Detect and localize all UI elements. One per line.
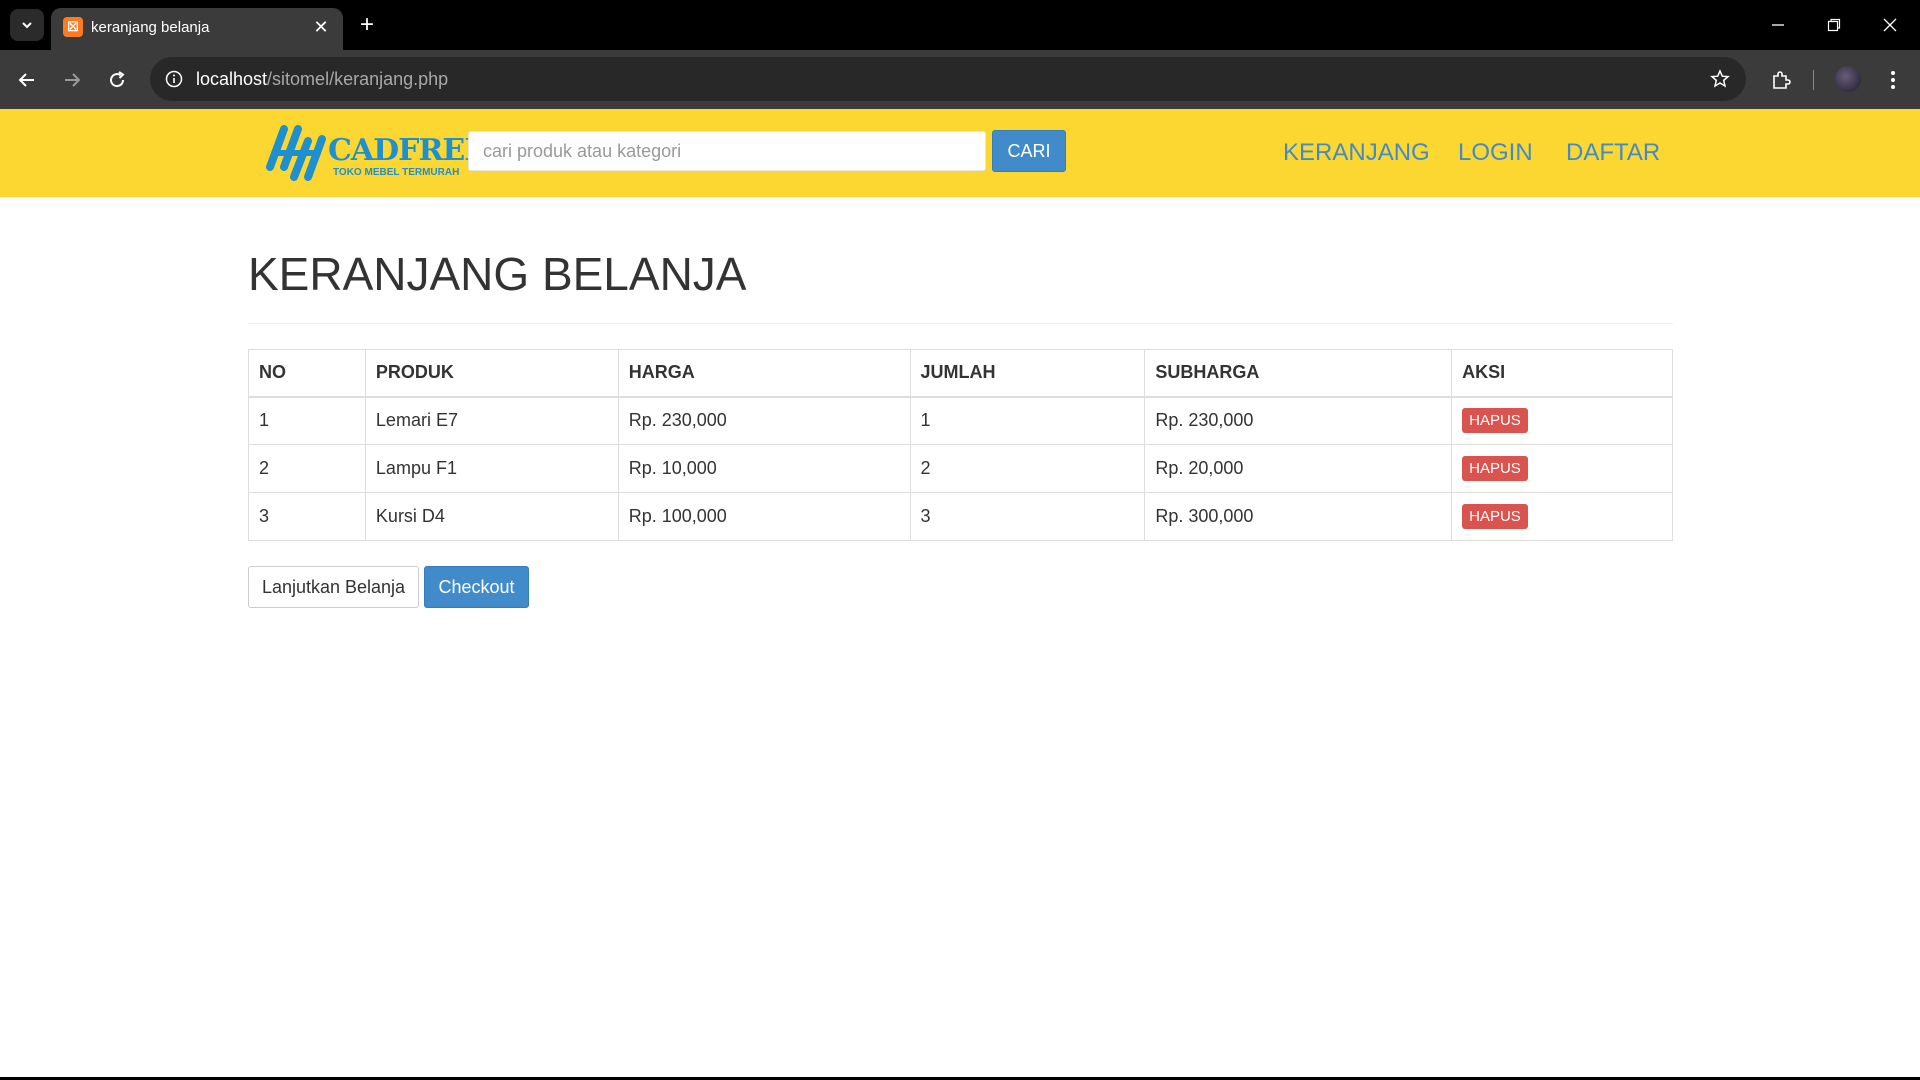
cell-harga: Rp. 230,000 [617, 396, 911, 445]
cell-aksi: HAPUS [1451, 492, 1673, 541]
address-bar[interactable]: localhost/sitomel/keranjang.php [150, 57, 1746, 101]
title-divider [248, 323, 1673, 324]
cell-aksi: HAPUS [1451, 396, 1673, 445]
new-tab-button[interactable]: + [352, 10, 382, 40]
minimize-icon[interactable] [1750, 0, 1806, 50]
nav-link-login[interactable]: LOGIN [1458, 139, 1533, 167]
star-icon[interactable] [1708, 67, 1732, 91]
forward-icon[interactable] [54, 62, 90, 98]
cell-no: 3 [248, 492, 366, 541]
cell-produk: Lemari E7 [364, 396, 619, 445]
restore-icon[interactable] [1806, 0, 1862, 50]
cell-no: 2 [248, 444, 366, 493]
cell-jumlah: 2 [909, 444, 1146, 493]
cell-aksi: HAPUS [1451, 444, 1673, 493]
browser-tab[interactable]: ☒ keranjang belanja ✕ [51, 8, 343, 50]
browser-toolbar: localhost/sitomel/keranjang.php [0, 50, 1920, 109]
info-icon[interactable] [162, 67, 186, 91]
column-header-jumlah: JUMLAH [909, 349, 1146, 398]
column-header-harga: HARGA [617, 349, 911, 398]
cell-produk: Lampu F1 [364, 444, 619, 493]
checkout-button[interactable]: Checkout [424, 566, 529, 608]
cell-produk: Kursi D4 [364, 492, 619, 541]
logo-mark-icon [266, 125, 326, 181]
column-header-no: NO [248, 349, 366, 398]
cell-no: 1 [248, 396, 366, 445]
cell-subharga: Rp. 20,000 [1144, 444, 1453, 493]
column-header-aksi: AKSI [1451, 349, 1673, 398]
hapus-button[interactable]: HAPUS [1462, 504, 1528, 529]
tab-title: keranjang belanja [91, 19, 210, 36]
nav-link-daftar[interactable]: DAFTAR [1566, 139, 1660, 167]
cell-harga: Rp. 100,000 [617, 492, 911, 541]
cell-jumlah: 1 [909, 396, 1146, 445]
logo-tagline: TOKO MEBEL TERMURAH [333, 167, 460, 178]
search-input[interactable] [468, 131, 986, 171]
cart-table: NO PRODUK HARGA JUMLAH SUBHARGA AKSI 1 L… [248, 349, 1673, 541]
url-path: /sitomel/keranjang.php [267, 69, 449, 89]
tab-search-button[interactable] [10, 9, 44, 41]
browser-tab-bar: ☒ keranjang belanja ✕ + [0, 0, 1920, 50]
menu-dots-icon[interactable] [1875, 62, 1911, 98]
logo-name: CADFREE [328, 133, 487, 168]
window-close-icon[interactable] [1862, 0, 1918, 50]
hapus-button[interactable]: HAPUS [1462, 456, 1528, 481]
reload-icon[interactable] [99, 62, 135, 98]
xampp-icon: ☒ [63, 17, 83, 37]
site-header: CADFREE TOKO MEBEL TERMURAH CARI KERANJA… [0, 109, 1920, 197]
page-title: KERANJANG BELANJA [248, 248, 747, 300]
toolbar-divider [1813, 70, 1814, 90]
back-icon[interactable] [9, 62, 45, 98]
cell-subharga: Rp. 300,000 [1144, 492, 1453, 541]
table-row: 1 Lemari E7 Rp. 230,000 1 Rp. 230,000 HA… [248, 396, 1673, 445]
cell-jumlah: 3 [909, 492, 1146, 541]
search-button[interactable]: CARI [992, 130, 1066, 172]
close-icon[interactable]: ✕ [309, 15, 333, 39]
url-text[interactable]: localhost/sitomel/keranjang.php [196, 69, 448, 90]
hapus-button[interactable]: HAPUS [1462, 408, 1528, 434]
column-header-subharga: SUBHARGA [1144, 349, 1453, 398]
table-row: 3 Kursi D4 Rp. 100,000 3 Rp. 300,000 HAP… [248, 492, 1673, 541]
continue-shopping-button[interactable]: Lanjutkan Belanja [248, 566, 419, 608]
url-host: localhost [196, 69, 268, 89]
cell-subharga: Rp. 230,000 [1144, 396, 1453, 445]
table-row: 2 Lampu F1 Rp. 10,000 2 Rp. 20,000 HAPUS [248, 444, 1673, 493]
cell-harga: Rp. 10,000 [617, 444, 911, 493]
table-header-row: NO PRODUK HARGA JUMLAH SUBHARGA AKSI [248, 349, 1673, 398]
extensions-icon[interactable] [1763, 62, 1799, 98]
profile-avatar[interactable] [1835, 66, 1861, 92]
column-header-produk: PRODUK [364, 349, 619, 398]
nav-link-keranjang[interactable]: KERANJANG [1283, 139, 1430, 167]
site-logo[interactable]: CADFREE TOKO MEBEL TERMURAH [264, 119, 487, 187]
chevron-down-icon [22, 22, 32, 29]
